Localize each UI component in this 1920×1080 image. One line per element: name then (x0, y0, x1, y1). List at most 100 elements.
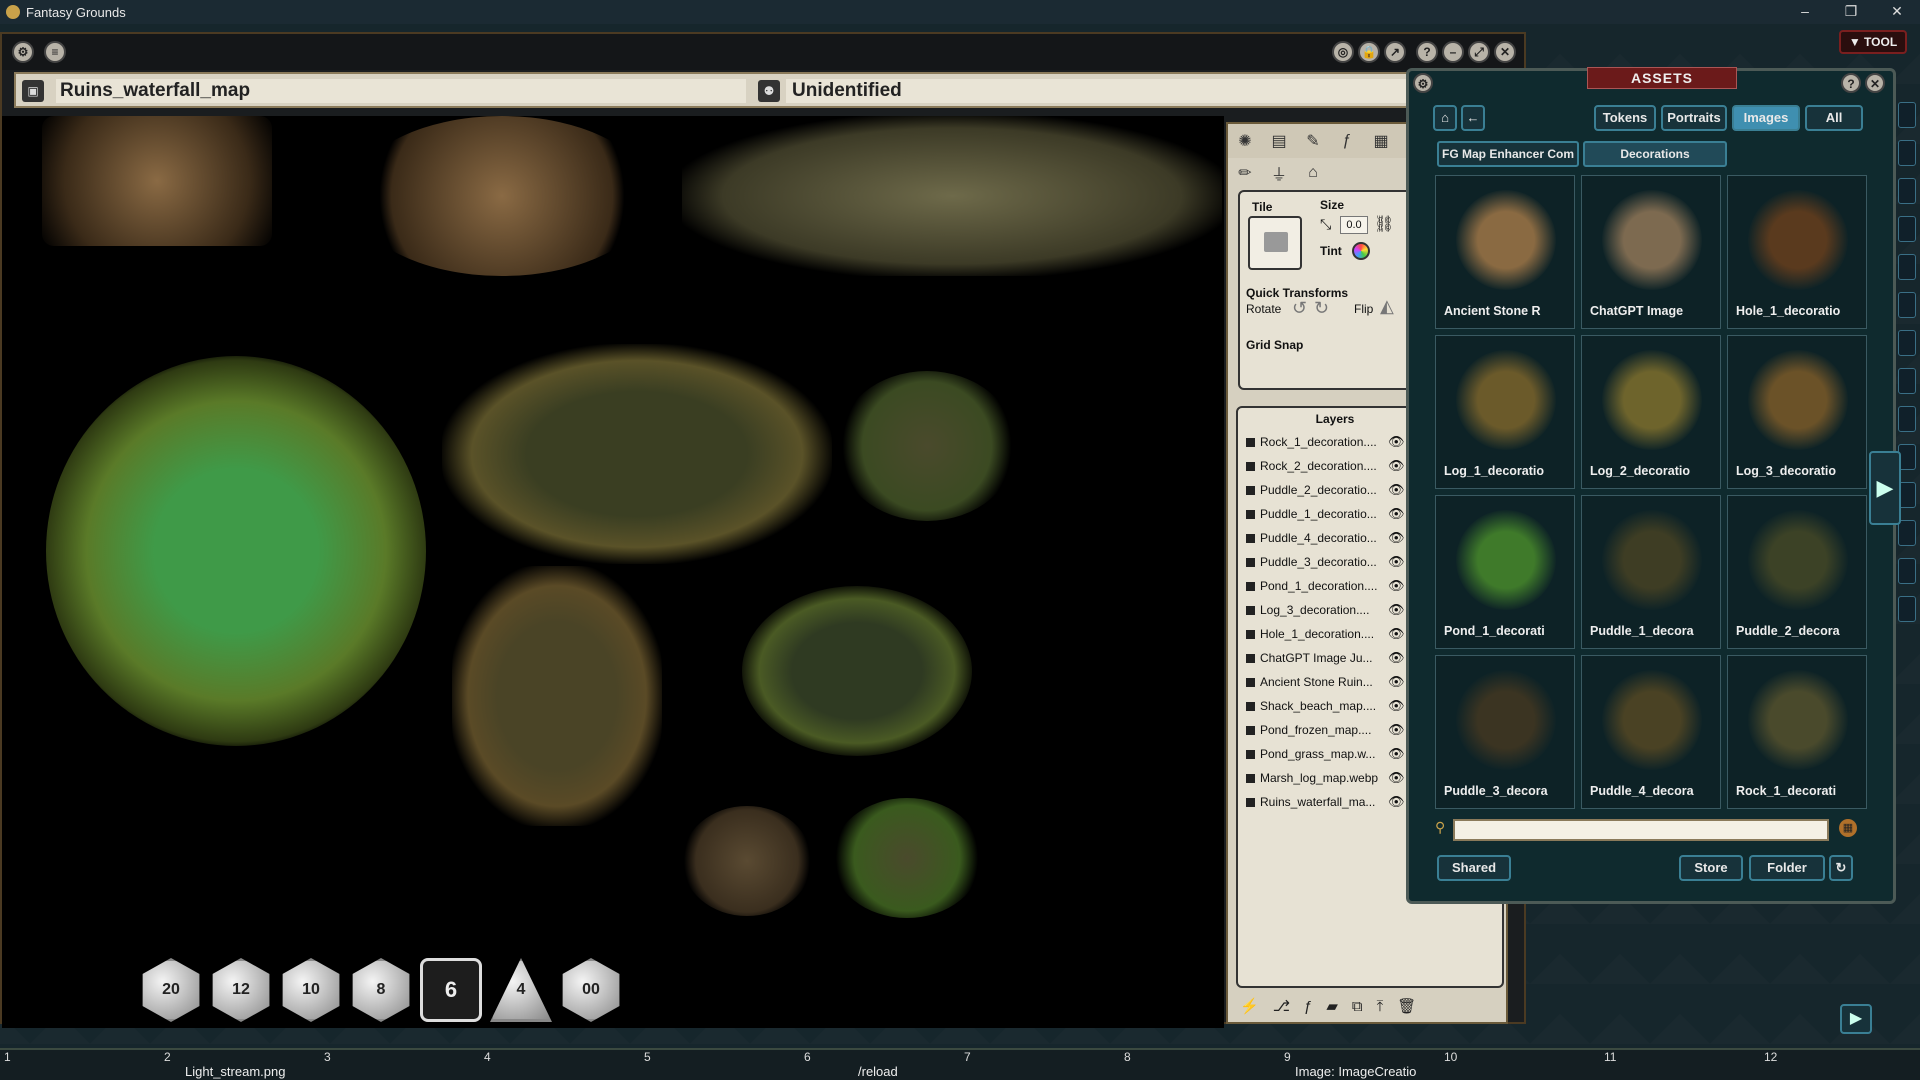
rotate-left-icon[interactable]: ↺ (1292, 298, 1307, 319)
sidebar-tab[interactable] (1898, 216, 1916, 242)
visibility-icon[interactable]: 👁 (1388, 502, 1405, 526)
lock-icon[interactable]: 🔒 (1358, 41, 1380, 63)
hotkey-slot-number[interactable]: 11 (1604, 1050, 1616, 1064)
visibility-icon[interactable]: 👁 (1388, 742, 1405, 766)
gear-icon[interactable]: ⚙ (12, 41, 34, 63)
trash-icon[interactable]: 🗑 (1397, 997, 1416, 1015)
d8-die[interactable]: 8 (350, 958, 412, 1022)
map-decoration[interactable] (452, 566, 662, 826)
zoom-icon[interactable]: ◎ (1332, 41, 1354, 63)
stamp-icon[interactable]: ⏚ (1268, 161, 1290, 185)
hotkey-slot-number[interactable]: 1 (4, 1050, 11, 1064)
visibility-icon[interactable]: 👁 (1388, 574, 1405, 598)
close-button[interactable]: ✕ (1874, 0, 1920, 24)
hotkey-slot-label[interactable]: Image: ImageCreatio (1295, 1064, 1416, 1079)
asset-item[interactable]: Puddle_1_decora (1581, 495, 1721, 649)
minimize-button[interactable]: – (1782, 0, 1828, 24)
sidebar-tab[interactable] (1898, 330, 1916, 356)
visibility-icon[interactable]: 👁 (1388, 430, 1405, 454)
paint-icon[interactable]: ✎ (1302, 131, 1324, 151)
back-arrow-icon[interactable]: ← (1461, 105, 1485, 131)
flip-icon[interactable]: ◭ (1380, 296, 1394, 317)
hotkey-slot-number[interactable]: 8 (1124, 1050, 1131, 1064)
d20-die[interactable]: 20 (140, 958, 202, 1022)
visibility-icon[interactable]: 👁 (1388, 478, 1405, 502)
sidebar-tab[interactable] (1898, 254, 1916, 280)
visibility-icon[interactable]: 👁 (1388, 550, 1405, 574)
refresh-icon[interactable]: ↻ (1829, 855, 1853, 881)
d6-die[interactable]: 6 (420, 958, 482, 1022)
map-decoration[interactable] (682, 806, 812, 916)
visibility-icon[interactable]: 👁 (1388, 694, 1405, 718)
help-button[interactable]: ? (1416, 41, 1438, 63)
store-button[interactable]: Store (1679, 855, 1743, 881)
sidebar-tab[interactable] (1898, 292, 1916, 318)
sidebar-tab[interactable] (1898, 102, 1916, 128)
move-up-icon[interactable]: ⤒ (1377, 998, 1384, 1015)
visibility-icon[interactable]: 👁 (1388, 790, 1405, 814)
tint-color-icon[interactable] (1352, 242, 1370, 260)
minimize-window-button[interactable]: – (1442, 41, 1464, 63)
map-decoration[interactable] (742, 586, 972, 756)
asset-item[interactable]: ChatGPT Image (1581, 175, 1721, 329)
hotkey-slot-number[interactable]: 5 (644, 1050, 651, 1064)
map-decoration[interactable] (837, 371, 1017, 521)
visibility-icon[interactable]: 👁 (1388, 598, 1405, 622)
fx-add-icon[interactable]: ƒ (1304, 998, 1312, 1015)
asset-item[interactable]: Log_1_decoratio (1435, 335, 1575, 489)
fx-icon[interactable]: ƒ (1336, 132, 1358, 150)
grid-view-icon[interactable]: ▦ (1839, 819, 1857, 837)
tree-icon[interactable]: ⎇ (1273, 997, 1290, 1015)
hotkey-slot-number[interactable]: 10 (1444, 1050, 1457, 1064)
home-icon[interactable]: ⌂ (1433, 105, 1457, 131)
rotate-right-icon[interactable]: ↻ (1314, 298, 1329, 319)
share-icon[interactable]: ↗ (1384, 41, 1406, 63)
map-decoration[interactable] (832, 798, 982, 918)
visibility-icon[interactable]: 👁 (1388, 622, 1405, 646)
visibility-icon[interactable]: 👁 (1388, 670, 1405, 694)
map-canvas[interactable] (2, 116, 1224, 1028)
close-icon[interactable]: ✕ (1865, 73, 1885, 93)
new-folder-icon[interactable]: ▰ (1326, 997, 1338, 1015)
expand-window-button[interactable]: ⤢ (1468, 41, 1490, 63)
tab-tokens[interactable]: Tokens (1594, 105, 1656, 131)
tool-button[interactable]: ▼ TOOL (1839, 30, 1907, 54)
d4-die[interactable]: 4 (490, 958, 552, 1022)
map-decoration[interactable] (682, 116, 1222, 276)
copy-icon[interactable]: ⧉ (1352, 998, 1363, 1015)
visibility-icon[interactable]: 👁 (1388, 526, 1405, 550)
sidebar-tab[interactable] (1898, 140, 1916, 166)
d100-die[interactable]: 00 (560, 958, 622, 1022)
asset-item[interactable]: Puddle_4_decora (1581, 655, 1721, 809)
chain-link-icon[interactable]: ⛓ (1374, 214, 1394, 234)
identity-link-icon[interactable]: ⚉ (758, 80, 780, 102)
d10-die[interactable]: 10 (280, 958, 342, 1022)
asset-item[interactable]: Ancient Stone R (1435, 175, 1575, 329)
hotkey-slot-label[interactable]: /reload (858, 1064, 898, 1079)
sidebar-tab[interactable] (1898, 558, 1916, 584)
sidebar-tab[interactable] (1898, 178, 1916, 204)
sidebar-tab[interactable] (1898, 406, 1916, 432)
map-decoration[interactable] (42, 116, 272, 246)
pencil-icon[interactable]: ✏ (1234, 163, 1256, 183)
hotkey-slot-number[interactable]: 7 (964, 1050, 971, 1064)
size-input[interactable]: 0.0 (1340, 216, 1368, 234)
hotkey-slot-number[interactable]: 3 (324, 1050, 331, 1064)
link-icon[interactable]: ▣ (22, 80, 44, 102)
help-button[interactable]: ? (1841, 73, 1861, 93)
close-window-button[interactable]: ✕ (1494, 41, 1516, 63)
tab-portraits[interactable]: Portraits (1661, 105, 1727, 131)
folder-decorations[interactable]: Decorations (1583, 141, 1727, 167)
asset-item[interactable]: Log_3_decoratio (1727, 335, 1867, 489)
map-decoration[interactable] (442, 344, 832, 564)
sidebar-tab[interactable] (1898, 520, 1916, 546)
asset-item[interactable]: Pond_1_decorati (1435, 495, 1575, 649)
wand-icon[interactable]: ⚡ (1240, 997, 1259, 1015)
identity-field[interactable]: Unidentified (786, 79, 1406, 103)
select-icon[interactable]: ⌂ (1302, 164, 1324, 182)
gear-icon[interactable]: ⚙ (1413, 73, 1433, 93)
tab-images[interactable]: Images (1732, 105, 1800, 131)
menu-icon[interactable]: ≡ (44, 41, 66, 63)
grid-icon[interactable]: ▦ (1370, 131, 1392, 151)
hotkey-slot-label[interactable]: Light_stream.png (185, 1064, 285, 1079)
